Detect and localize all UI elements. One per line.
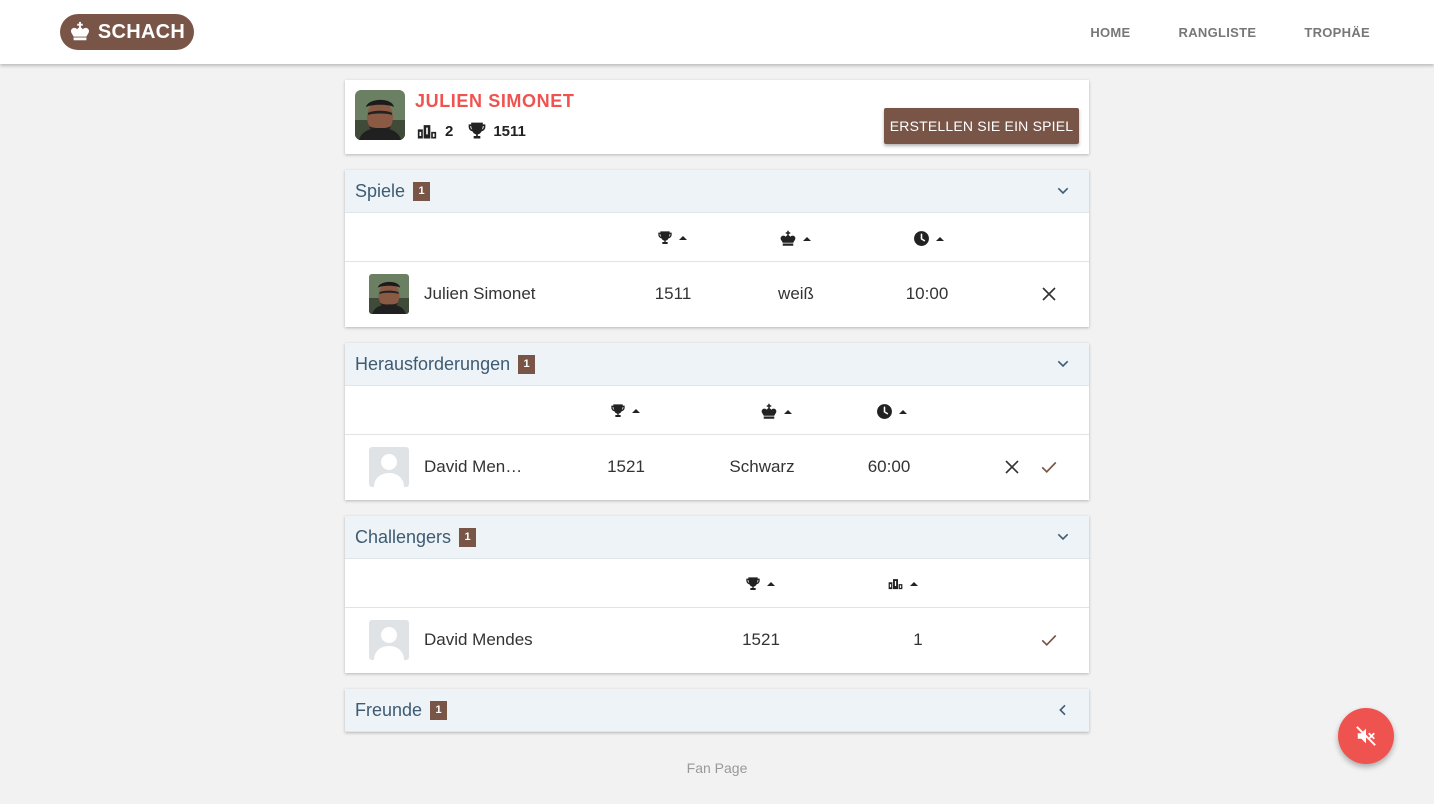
sound-toggle-button[interactable] (1338, 708, 1394, 764)
avatar (369, 274, 409, 314)
clock-icon (876, 403, 893, 420)
accept-check-icon[interactable] (1040, 631, 1058, 649)
chess-king-icon (69, 21, 91, 43)
nav-trophae[interactable]: TROPHÄE (1304, 25, 1370, 40)
avatar-placeholder (369, 447, 409, 487)
panel-title: Challengers (355, 526, 452, 547)
profile-name: JULIEN SIMONET (415, 91, 575, 111)
top-navbar: SCHACH HOME RANGLISTE TROPHÄE (0, 0, 1434, 64)
player-name[interactable]: Julien Simonet (424, 284, 536, 304)
profile-rank: 2 (445, 122, 454, 140)
clock-icon (913, 230, 930, 247)
sort-rank[interactable] (887, 576, 918, 591)
player-color: Schwarz (729, 457, 795, 476)
avatar (355, 90, 405, 140)
create-game-button[interactable]: ERSTELLEN SIE EIN SPIEL (884, 108, 1079, 144)
player-color: weiß (778, 284, 814, 303)
sort-header (345, 559, 1089, 608)
sort-header (345, 213, 1089, 262)
trophy-icon (610, 403, 626, 419)
sort-header (345, 386, 1089, 435)
count-badge: 1 (413, 181, 431, 201)
player-rank: 1 (913, 630, 923, 649)
chevron-down-icon[interactable] (1055, 529, 1071, 545)
challenges-panel: Herausforderungen 1 David Men… 1521 Schw… (345, 343, 1089, 500)
games-panel: Spiele 1 Julien Simonet 1511 weiß 10:00 (345, 170, 1089, 327)
player-elo: 1521 (607, 457, 645, 476)
sort-elo[interactable] (657, 230, 687, 246)
chess-king-icon (760, 403, 778, 421)
chess-king-icon (779, 230, 797, 248)
close-icon[interactable] (1040, 285, 1058, 303)
challengers-panel-header[interactable]: Challengers 1 (345, 516, 1089, 559)
friends-panel-header[interactable]: Freunde 1 (345, 689, 1089, 732)
sort-elo[interactable] (745, 576, 775, 592)
sort-time[interactable] (913, 230, 944, 247)
panel-title: Spiele (355, 180, 406, 201)
table-row: David Mendes 1521 1 (345, 608, 1089, 673)
chevron-down-icon[interactable] (1055, 183, 1071, 199)
count-badge: 1 (518, 354, 536, 374)
sort-color[interactable] (779, 230, 811, 248)
table-row: Julien Simonet 1511 weiß 10:00 (345, 262, 1089, 327)
sort-time[interactable] (876, 403, 907, 420)
player-name[interactable]: David Mendes (424, 630, 533, 650)
panel-title: Herausforderungen (355, 353, 511, 374)
nav-links: HOME RANGLISTE TROPHÄE (1042, 0, 1370, 64)
brand-logo[interactable]: SCHACH (60, 14, 194, 50)
trophy-icon (467, 121, 487, 141)
count-badge: 1 (430, 700, 448, 720)
decline-icon[interactable] (1003, 458, 1021, 476)
profile-card: JULIEN SIMONET 2 1511 ERSTELLEN SIE EIN … (345, 80, 1089, 154)
chevron-down-icon[interactable] (1055, 356, 1071, 372)
friends-panel: Freunde 1 (345, 689, 1089, 732)
player-elo: 1511 (654, 284, 692, 303)
trophy-icon (657, 230, 673, 246)
chevron-left-icon[interactable] (1055, 702, 1071, 718)
profile-stats: 2 1511 (415, 121, 540, 141)
game-time: 60:00 (867, 457, 911, 476)
brand-name: SCHACH (97, 20, 186, 43)
profile-trophies: 1511 (493, 122, 526, 140)
game-time: 10:00 (905, 284, 949, 303)
count-badge: 1 (459, 527, 477, 547)
games-panel-header[interactable]: Spiele 1 (345, 170, 1089, 213)
panel-title: Freunde (355, 699, 423, 720)
avatar-placeholder (369, 620, 409, 660)
challenges-panel-header[interactable]: Herausforderungen 1 (345, 343, 1089, 386)
sort-elo[interactable] (610, 403, 640, 419)
volume-mute-icon (1356, 726, 1376, 746)
challengers-panel: Challengers 1 David Mendes 1521 1 (345, 516, 1089, 673)
trophy-icon (745, 576, 761, 592)
player-elo: 1521 (742, 630, 780, 649)
sort-color[interactable] (760, 403, 792, 421)
accept-check-icon[interactable] (1040, 458, 1058, 476)
nav-home[interactable]: HOME (1090, 25, 1130, 40)
table-row: David Men… 1521 Schwarz 60:00 (345, 435, 1089, 500)
player-name[interactable]: David Men… (424, 457, 522, 477)
podium-icon (887, 576, 904, 591)
fan-page-link[interactable]: Fan Page (0, 760, 1434, 776)
podium-icon (415, 121, 439, 141)
nav-rangliste[interactable]: RANGLISTE (1179, 25, 1257, 40)
